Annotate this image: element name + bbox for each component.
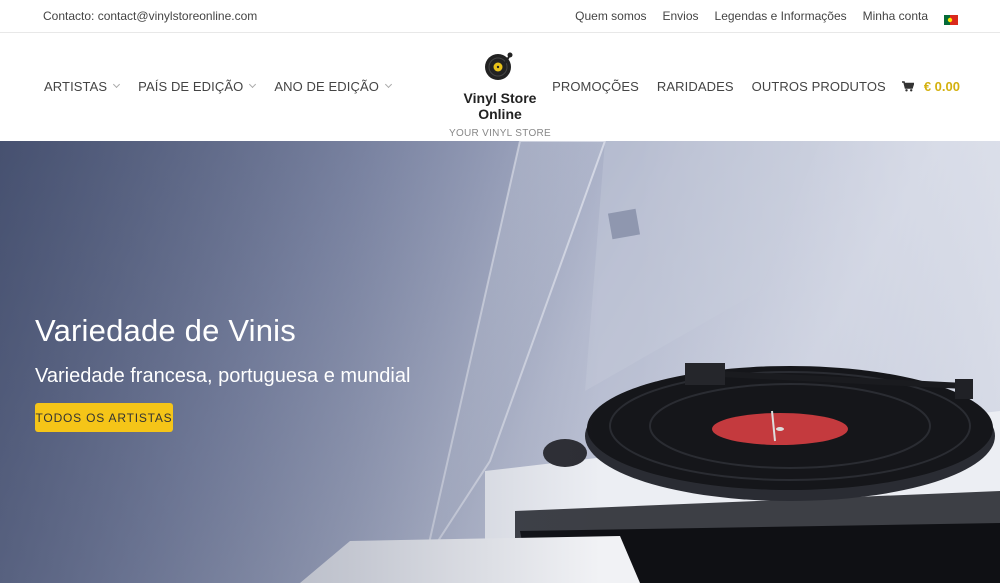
nav-pais-edicao[interactable]: PAÍS DE EDIÇÃO [138,79,257,94]
hero-banner: Variedade de Vinis Variedade francesa, p… [0,141,1000,583]
top-links: Quem somos Envios Legendas e Informações… [559,9,958,25]
nav-artistas-label: ARTISTAS [44,79,108,94]
nav-raridades[interactable]: RARIDADES [657,79,734,94]
link-quem-somos[interactable]: Quem somos [575,9,646,23]
hero-overlay [0,141,1000,583]
nav-promocoes[interactable]: PROMOÇÕES [552,79,639,94]
nav-right: PROMOÇÕES RARIDADES OUTROS PRODUTOS € 0.… [534,79,960,94]
cart-button[interactable]: € 0.00 [901,79,960,94]
nav-artistas[interactable]: ARTISTAS [44,79,121,94]
link-envios[interactable]: Envios [663,9,699,23]
cart-icon [901,81,914,92]
link-minha-conta[interactable]: Minha conta [863,9,928,23]
hero-title: Variedade de Vinis [35,313,296,348]
logo-tagline: YOUR VINYL STORE [448,128,552,139]
nav-ano-edicao[interactable]: ANO DE EDIÇÃO [274,79,393,94]
main-header: ARTISTAS PAÍS DE EDIÇÃO ANO DE EDIÇÃO Vi… [0,33,1000,141]
link-legendas[interactable]: Legendas e Informações [715,9,847,23]
nav-ano-label: ANO DE EDIÇÃO [274,79,379,94]
chevron-down-icon [249,80,257,89]
record-player-icon [485,52,513,80]
contact-email[interactable]: Contacto: contact@vinylstoreonline.com [43,9,257,23]
chevron-down-icon [113,80,121,89]
nav-outros-produtos[interactable]: OUTROS PRODUTOS [752,79,886,94]
nav-pais-label: PAÍS DE EDIÇÃO [138,79,244,94]
nav-left: ARTISTAS PAÍS DE EDIÇÃO ANO DE EDIÇÃO [44,79,410,94]
top-bar: Contacto: contact@vinylstoreonline.com Q… [0,0,1000,33]
portugal-flag-icon[interactable] [944,12,958,25]
cart-total: € 0.00 [923,79,960,94]
hero-subtitle: Variedade francesa, portuguesa e mundial [35,365,411,387]
logo-title: Vinyl Store Online [463,90,537,122]
all-artists-button[interactable]: TODOS OS ARTISTAS [35,403,173,432]
chevron-down-icon [384,80,393,89]
site-logo[interactable]: Vinyl Store Online YOUR VINYL STORE [440,51,560,139]
